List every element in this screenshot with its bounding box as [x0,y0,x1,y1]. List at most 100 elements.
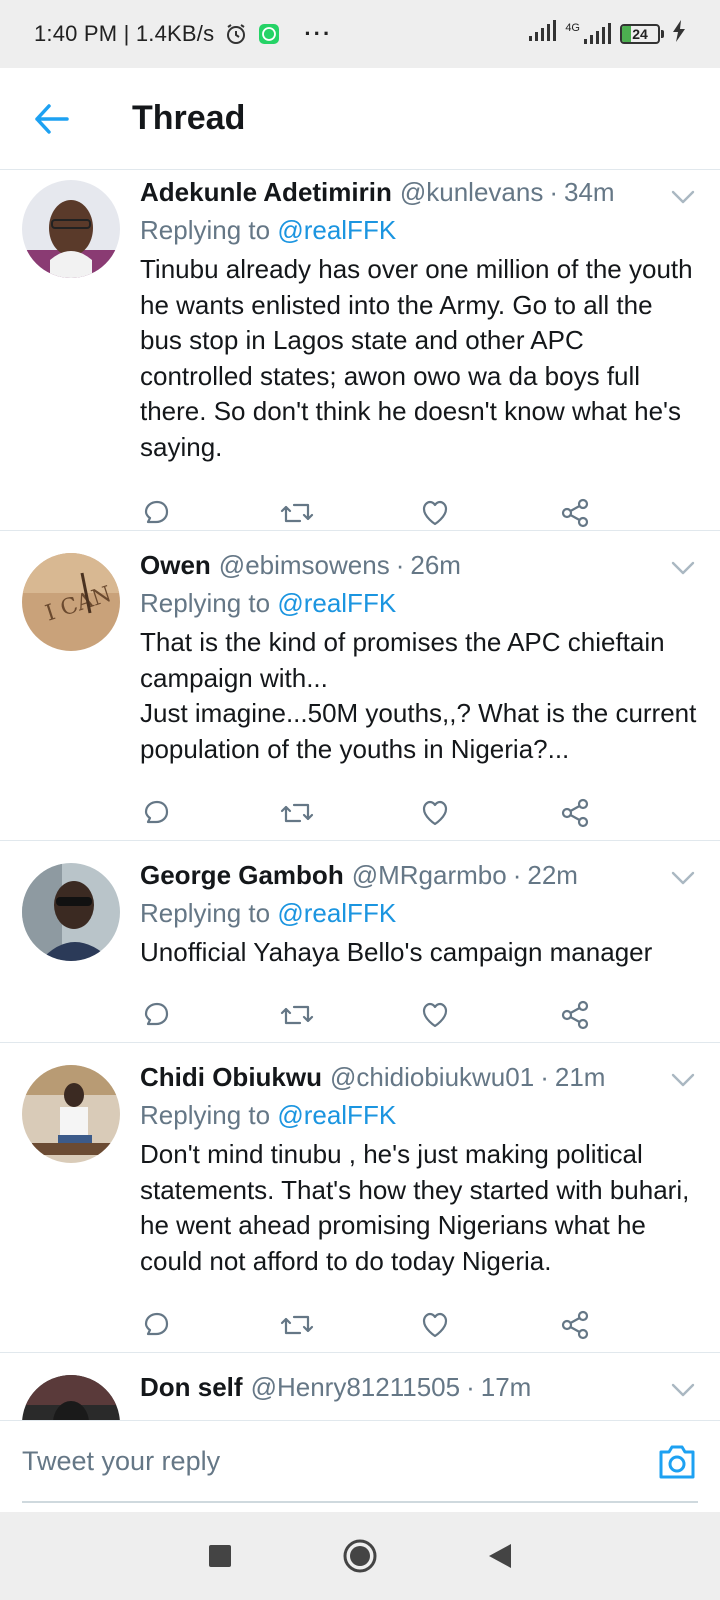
like-button[interactable] [419,995,559,1035]
camera-icon [659,1445,695,1479]
mention-link[interactable]: @realFFK [277,1100,396,1130]
retweet-button[interactable] [280,995,420,1035]
back-button[interactable] [22,89,82,149]
mention-link[interactable]: @realFFK [277,588,396,618]
like-button[interactable] [419,793,559,833]
signal-4g-icon: 4G [565,23,612,45]
tweet-actions [140,1295,698,1355]
heart-icon [422,500,448,526]
app-header: Thread [0,68,720,170]
avatar[interactable] [22,863,120,961]
home-button[interactable] [290,1512,430,1600]
system-nav-bar [0,1512,720,1600]
replying-to: Replying to @realFFK [140,1097,698,1133]
avatar[interactable] [22,180,120,278]
heart-icon [422,1312,448,1338]
like-button[interactable] [419,1305,559,1345]
tweet-text: Unofficial Yahaya Bello's campaign manag… [140,937,653,967]
tweet-header: George Gamboh @MRgarmbo · 22m [140,857,698,893]
tweet-time: 17m [480,1372,532,1402]
author-handle[interactable]: @Henry81211505 [251,1369,461,1405]
signal-icon [527,20,557,48]
mention-link[interactable]: @realFFK [277,898,396,928]
share-button[interactable] [559,793,699,833]
author-handle[interactable]: @MRgarmbo [352,857,507,893]
reply-button[interactable] [140,995,280,1035]
reply-icon [144,1002,169,1025]
back-arrow-icon [35,103,69,134]
replying-to-label: Replying to [140,1100,271,1130]
charging-icon [672,20,686,48]
chevron-down-icon[interactable] [668,863,698,893]
triangle-back-icon [489,1544,511,1568]
tweet[interactable]: George Gamboh @MRgarmbo · 22m Replying t… [0,841,720,1043]
page-title: Thread [132,99,246,137]
reply-button[interactable] [140,793,280,833]
tweet[interactable]: I CAN Owen @ebimsowens · 26m Replying to… [0,531,720,841]
separator-dot: · [540,1062,549,1092]
replying-to: Replying to @realFFK [140,585,698,621]
retweet-button[interactable] [280,793,420,833]
author-handle[interactable]: @ebimsowens [219,547,390,583]
like-button[interactable] [419,493,559,533]
share-button[interactable] [559,1305,699,1345]
tweet-actions [140,985,698,1045]
tweet-body: Adekunle Adetimirin @kunlevans · 34m Rep… [140,170,698,543]
author-name[interactable]: Chidi Obiukwu [140,1059,322,1095]
status-right: 4G 24 [527,20,686,48]
tweet[interactable]: Don self @Henry81211505 · 17m [0,1353,720,1420]
reply-input[interactable] [22,1435,622,1487]
replying-to-label: Replying to [140,898,271,928]
tweet-text: That is the kind of promises the APC chi… [140,627,697,764]
avatar[interactable] [22,1065,120,1163]
author-handle[interactable]: @kunlevans [400,174,543,210]
mention-link[interactable]: @realFFK [277,215,396,245]
tweet-text: Don't mind tinubu , he's just making pol… [140,1139,690,1276]
reply-underline [22,1501,698,1503]
tweet[interactable]: Adekunle Adetimirin @kunlevans · 34m Rep… [0,170,720,531]
reply-button[interactable] [140,493,280,533]
replying-to: Replying to @realFFK [140,212,698,248]
replying-to: Replying to @realFFK [140,895,698,931]
avatar[interactable]: I CAN [22,553,120,651]
network-type-label: 4G [565,22,580,34]
share-button[interactable] [559,995,699,1035]
more-notifications-icon: ··· [304,21,333,46]
alarm-icon [224,22,248,46]
retweet-icon [280,503,313,523]
separator-dot: · [466,1372,475,1402]
chevron-down-icon[interactable] [668,1375,698,1405]
author-name[interactable]: Don self [140,1369,243,1405]
avatar[interactable] [22,1375,120,1420]
tweet-actions [140,783,698,843]
chevron-down-icon[interactable] [668,182,698,212]
reply-button[interactable] [140,1305,280,1345]
share-icon [561,1310,588,1340]
separator-dot: · [395,550,405,580]
separator-dot: · [512,860,522,890]
tweet-time: 26m [410,550,461,580]
separator-dot: · [549,177,559,207]
author-name[interactable]: Owen [140,547,211,583]
recents-button[interactable] [150,1512,290,1600]
reply-icon [144,1312,169,1336]
battery-body: 24 [620,24,660,44]
chevron-down-icon[interactable] [668,1065,698,1095]
author-name[interactable]: George Gamboh [140,857,344,893]
tweet-time: 21m [554,1062,606,1092]
retweet-button[interactable] [280,1305,420,1345]
tweet[interactable]: Chidi Obiukwu @chidiobiukwu01 · 21m Repl… [0,1043,720,1353]
back-nav-button[interactable] [430,1512,570,1600]
author-name[interactable]: Adekunle Adetimirin [140,174,392,210]
tweet-body: Don self @Henry81211505 · 17m [140,1353,698,1405]
camera-button[interactable] [656,1441,698,1483]
heart-icon [422,1002,448,1027]
thread-feed[interactable]: Adekunle Adetimirin @kunlevans · 34m Rep… [0,170,720,1420]
tweet-header: Owen @ebimsowens · 26m [140,547,698,583]
retweet-button[interactable] [280,493,420,533]
heart-icon [422,800,448,826]
author-handle[interactable]: @chidiobiukwu01 [330,1059,534,1095]
share-button[interactable] [559,493,699,533]
replying-to-label: Replying to [140,215,271,245]
chevron-down-icon[interactable] [668,553,698,583]
